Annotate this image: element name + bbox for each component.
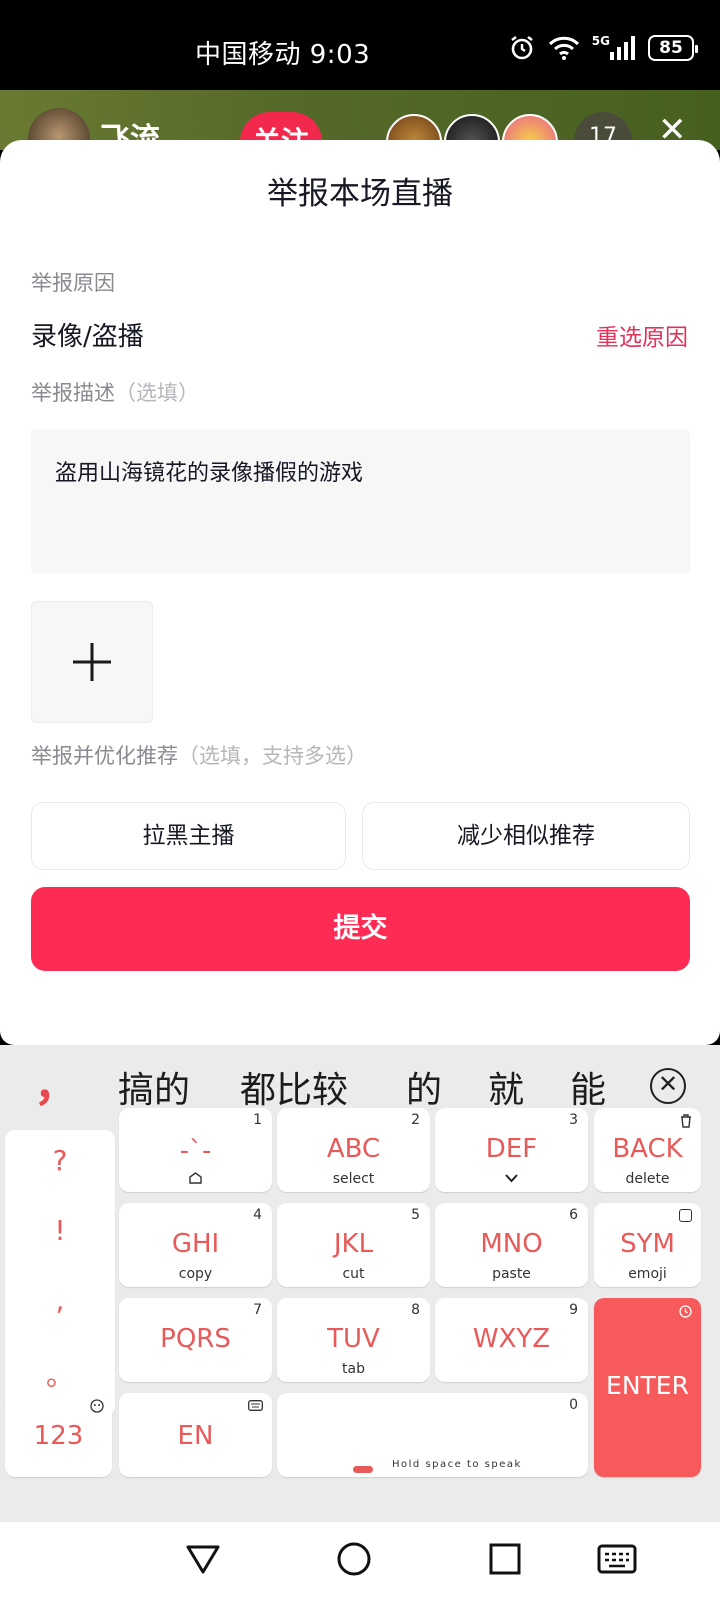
key-label: -ˋ- [179, 1136, 212, 1166]
close-candidates-icon[interactable]: ✕ [650, 1068, 686, 1104]
candidate-word[interactable]: 的 [406, 1061, 442, 1113]
key-number: 8 [411, 1302, 420, 1318]
emoji-face-icon [90, 1399, 104, 1413]
keyboard-small-icon [248, 1400, 263, 1411]
status-bar: 中国移动 9:03 5G 85 [0, 0, 720, 90]
network-type: 5G [591, 34, 610, 48]
key-number: 2 [411, 1112, 420, 1128]
key-number: 3 [569, 1112, 578, 1128]
key-backspace[interactable]: BACK delete [594, 1108, 701, 1192]
key-label: DEF [485, 1134, 538, 1164]
key-def[interactable]: 3 DEF [435, 1108, 588, 1192]
alarm-icon [511, 35, 533, 60]
description-textarea[interactable]: 盗用山海镜花的录像播假的游戏 [31, 429, 690, 573]
key-label: BACK [612, 1134, 683, 1164]
key-1-punct[interactable]: 1 -ˋ- [119, 1108, 272, 1192]
punct-question[interactable]: ? [5, 1144, 115, 1177]
key-label: MNO [480, 1229, 543, 1259]
key-tuv[interactable]: 8 TUV tab [277, 1298, 430, 1382]
reason-label: 举报原因 [31, 271, 115, 295]
key-sublabel: select [332, 1171, 375, 1187]
punct-exclaim[interactable]: ! [5, 1214, 115, 1247]
key-en[interactable]: EN [119, 1393, 272, 1477]
reduce-similar-option[interactable]: 减少相似推荐 [362, 802, 690, 870]
candidate-word[interactable]: 搞的 [118, 1061, 190, 1113]
clock-icon [679, 1305, 692, 1318]
emoji-panel-icon [679, 1209, 692, 1222]
key-label: EN [177, 1421, 214, 1451]
punct-period[interactable]: 。 [5, 1354, 115, 1394]
key-label: SYM [620, 1229, 675, 1259]
keyboard: ， 搞的 都比较 的 就 能 ✕ ? ! , 。 1 -ˋ- 2 ABC sel… [0, 1045, 720, 1522]
key-number: 1 [253, 1112, 262, 1128]
key-label: ENTER [606, 1371, 689, 1400]
key-sublabel: delete [625, 1171, 670, 1187]
recents-square-icon[interactable] [488, 1542, 522, 1576]
description-optional-hint: （选填） [115, 381, 199, 405]
description-label: 举报描述（选填） [31, 377, 199, 407]
description-text: 盗用山海镜花的录像播假的游戏 [55, 461, 364, 486]
optimize-optional-hint: （选填，支持多选） [178, 744, 367, 768]
key-label: ABC [326, 1134, 381, 1164]
candidate-comma[interactable]: ， [34, 1049, 78, 1113]
reason-value: 录像/盗播 [31, 322, 144, 352]
key-number: 4 [253, 1207, 262, 1223]
back-triangle-icon[interactable] [186, 1542, 220, 1576]
key-label: PQRS [160, 1324, 231, 1354]
key-sym[interactable]: SYM emoji [594, 1203, 701, 1287]
block-host-option[interactable]: 拉黑主播 [31, 802, 346, 870]
plus-icon [73, 643, 111, 681]
status-icons: 5G 85 [508, 34, 698, 62]
battery-icon: 85 [648, 35, 698, 61]
key-number: 0 [569, 1397, 578, 1413]
key-label: GHI [171, 1229, 220, 1259]
trash-icon [681, 1114, 691, 1128]
key-label: 123 [33, 1421, 84, 1451]
key-pqrs[interactable]: 7 PQRS [119, 1298, 272, 1382]
submit-button[interactable]: 提交 [31, 887, 690, 971]
key-number: 6 [569, 1207, 578, 1223]
candidate-word[interactable]: 都比较 [240, 1061, 348, 1113]
key-sublabel: copy [178, 1266, 213, 1282]
key-sublabel: tab [342, 1361, 365, 1377]
keyboard-toggle-icon[interactable] [597, 1544, 637, 1574]
home-circle-icon[interactable] [337, 1542, 371, 1576]
navigation-bar [0, 1522, 720, 1600]
candidate-word[interactable]: 就 [488, 1061, 524, 1113]
candidate-word[interactable]: 能 [570, 1061, 606, 1113]
punctuation-column[interactable]: ? ! , 。 [5, 1130, 115, 1417]
signal-icon [610, 36, 635, 60]
key-sublabel: paste [492, 1266, 531, 1282]
key-number: 9 [569, 1302, 578, 1318]
key-number: 5 [411, 1207, 420, 1223]
key-label: JKL [333, 1229, 374, 1259]
wifi-icon [548, 36, 579, 60]
key-mno[interactable]: 6 MNO paste [435, 1203, 588, 1287]
key-sublabel: cut [342, 1266, 365, 1282]
description-label-text: 举报描述 [31, 381, 115, 405]
key-abc[interactable]: 2 ABC select [277, 1108, 430, 1192]
add-photo-button[interactable] [31, 601, 153, 723]
sheet-title: 举报本场直播 [267, 176, 453, 212]
chevron-down-icon [505, 1174, 518, 1183]
carrier-time: 中国移动 9:03 [195, 40, 371, 70]
optimize-label: 举报并优化推荐（选填，支持多选） [31, 740, 367, 770]
key-123[interactable]: 123 [5, 1393, 112, 1477]
key-sublabel: emoji [628, 1266, 667, 1282]
battery-level: 85 [659, 38, 683, 58]
key-jkl[interactable]: 5 JKL cut [277, 1203, 430, 1287]
space-bar-indicator [353, 1466, 373, 1473]
key-wxyz[interactable]: 9 WXYZ [435, 1298, 588, 1382]
key-label: WXYZ [472, 1324, 551, 1354]
punct-comma[interactable]: , [5, 1284, 115, 1317]
home-small-icon [189, 1172, 202, 1184]
key-ghi[interactable]: 4 GHI copy [119, 1203, 272, 1287]
report-sheet: 举报本场直播 举报原因 录像/盗播 重选原因 举报描述（选填） 盗用山海镜花的录… [0, 140, 720, 1045]
optimize-label-text: 举报并优化推荐 [31, 744, 178, 768]
reselect-reason-link[interactable]: 重选原因 [596, 318, 688, 352]
key-number: 7 [253, 1302, 262, 1318]
key-label: TUV [327, 1324, 380, 1354]
space-hint: Hold space to speak [392, 1459, 522, 1470]
key-enter[interactable]: ENTER [594, 1298, 701, 1477]
